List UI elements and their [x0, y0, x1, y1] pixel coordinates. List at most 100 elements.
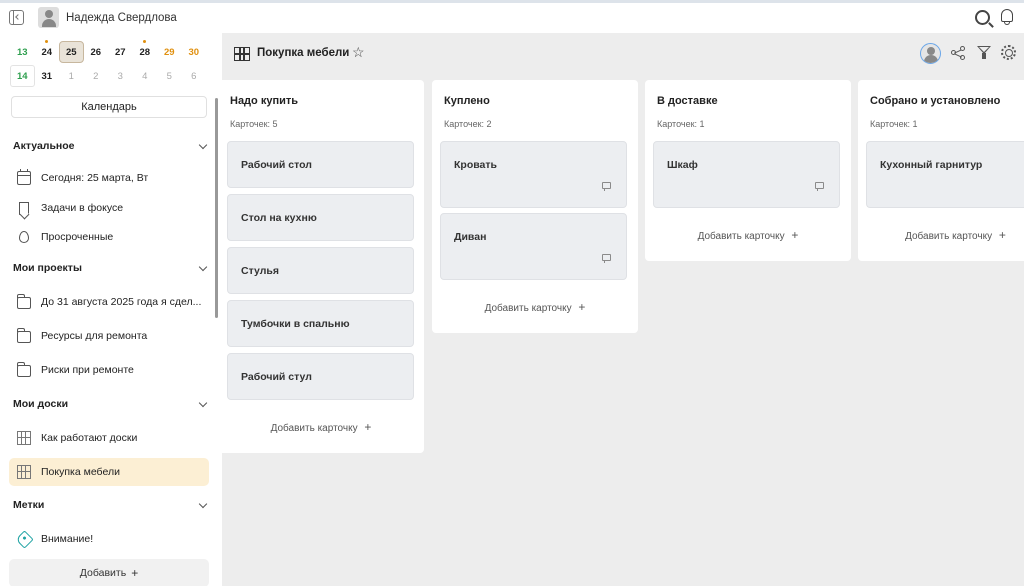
add-card-label: Добавить карточку [697, 231, 785, 242]
section-actual[interactable]: Актуальное [13, 140, 209, 152]
section-tags[interactable]: Метки [13, 499, 209, 511]
board-card[interactable]: Стол на кухню [227, 194, 414, 241]
user-name[interactable]: Надежда Свердлова [66, 12, 177, 24]
sidebar-item-label: Задачи в фокусе [41, 202, 124, 214]
card-title: Стол на кухню [241, 212, 317, 224]
sidebar-item-board-active[interactable]: Покупка мебели [9, 458, 209, 486]
board-card[interactable]: Тумбочки в спальню [227, 300, 414, 347]
card-title: Тумбочки в спальню [241, 318, 350, 330]
sidebar-item-tag[interactable]: Внимание! [9, 525, 209, 553]
column-title: Собрано и установлено [870, 95, 1001, 107]
add-card-label: Добавить карточку [270, 423, 358, 434]
comment-icon [815, 182, 824, 191]
board-card[interactable]: Шкаф [653, 141, 840, 208]
comment-icon [602, 182, 611, 191]
sidebar-item-overdue[interactable]: Просроченные [9, 223, 209, 251]
section-projects[interactable]: Мои проекты [13, 262, 209, 274]
chevron-down-icon[interactable] [198, 262, 208, 271]
sidebar-item-project[interactable]: До 31 августа 2025 года я сдел... [9, 288, 209, 316]
board-card[interactable]: Рабочий стул [227, 353, 414, 400]
calendar-day[interactable]: 14 [10, 65, 35, 87]
board-card[interactable]: Кухонный гарнитур [866, 141, 1024, 208]
calendar-day[interactable]: 29 [157, 41, 182, 63]
chevron-down-icon[interactable] [198, 140, 208, 149]
add-button[interactable]: Добавить + [9, 559, 209, 586]
calendar-icon [17, 169, 31, 185]
board-card[interactable]: Кровать [440, 141, 627, 208]
add-card-button[interactable]: Добавить карточку + [645, 228, 851, 242]
sidebar-item-project[interactable]: Риски при ремонте [9, 356, 209, 384]
add-button-label: Добавить [79, 567, 127, 579]
column-card-count: Карточек: 1 [870, 119, 918, 129]
chevron-down-icon[interactable] [198, 499, 208, 508]
board-header: Покупка мебели ☆ [222, 33, 1024, 77]
board-card[interactable]: Стулья [227, 247, 414, 294]
board-member-avatar[interactable] [920, 43, 941, 64]
calendar-day[interactable]: 27 [108, 41, 133, 63]
gear-icon[interactable] [1001, 45, 1016, 60]
sidebar-item-project[interactable]: Ресурсы для ремонта [9, 322, 209, 350]
sidebar-item-label: До 31 августа 2025 года я сдел... [41, 296, 202, 308]
tag-icon [15, 529, 34, 549]
folder-icon [17, 362, 31, 377]
sidebar-item-board[interactable]: Как работают доски [9, 424, 209, 452]
column-card-count: Карточек: 2 [444, 119, 492, 129]
add-card-label: Добавить карточку [484, 303, 572, 314]
calendar-day[interactable]: 2 [84, 65, 109, 87]
bell-icon[interactable] [1000, 9, 1014, 26]
calendar-week-row-1: 13 24 25 26 27 28 29 30 [10, 40, 207, 63]
calendar-day[interactable]: 5 [157, 65, 182, 87]
board-column: Куплено Карточек: 2 Кровать Диван Добави… [432, 80, 638, 333]
board-title: Покупка мебели [257, 47, 350, 59]
board-icon [234, 47, 250, 61]
add-card-label: Добавить карточку [905, 231, 993, 242]
card-title: Рабочий стул [241, 371, 312, 383]
section-title: Метки [13, 499, 45, 511]
board-icon [17, 465, 31, 479]
calendar-day[interactable]: 26 [84, 41, 109, 63]
calendar-day[interactable]: 1 [59, 65, 84, 87]
add-card-button[interactable]: Добавить карточку + [432, 300, 638, 314]
user-avatar[interactable] [38, 7, 59, 28]
calendar-day[interactable]: 13 [10, 41, 35, 63]
calendar-week-row-2: 14 31 1 2 3 4 5 6 [10, 65, 206, 87]
calendar-day[interactable]: 25 [59, 41, 84, 63]
star-icon[interactable]: ☆ [352, 44, 365, 61]
calendar-day[interactable]: 31 [35, 65, 60, 87]
filter-icon[interactable] [977, 46, 991, 60]
search-icon[interactable] [975, 10, 990, 25]
column-card-count: Карточек: 1 [657, 119, 705, 129]
section-title: Актуальное [13, 140, 75, 152]
calendar-day[interactable]: 30 [182, 41, 207, 63]
card-title: Диван [454, 231, 487, 243]
plus-icon: + [578, 300, 586, 314]
card-title: Кровать [454, 159, 497, 171]
add-card-button[interactable]: Добавить карточку + [218, 420, 424, 434]
board-icon [17, 431, 31, 445]
section-title: Мои проекты [13, 262, 82, 274]
plus-icon: + [998, 228, 1006, 242]
sidebar-item-today[interactable]: Сегодня: 25 марта, Вт [9, 164, 209, 192]
calendar-day[interactable]: 24 [35, 40, 60, 63]
share-icon[interactable] [951, 46, 965, 60]
collapse-sidebar-icon[interactable] [9, 10, 24, 25]
sidebar-item-focus[interactable]: Задачи в фокусе [9, 194, 209, 222]
sidebar: 13 24 25 26 27 28 29 30 14 31 1 2 3 4 5 … [0, 33, 222, 586]
chevron-down-icon[interactable] [198, 398, 208, 407]
sidebar-item-label: Внимание! [41, 533, 94, 545]
section-boards[interactable]: Мои доски [13, 398, 209, 410]
column-title: В доставке [657, 95, 718, 107]
add-card-button[interactable]: Добавить карточку + [858, 228, 1024, 242]
bookmark-icon [19, 201, 29, 215]
board-card[interactable]: Диван [440, 213, 627, 280]
flame-icon [19, 231, 29, 243]
board-card[interactable]: Рабочий стол [227, 141, 414, 188]
card-title: Шкаф [667, 159, 698, 171]
calendar-day[interactable]: 4 [133, 65, 158, 87]
sidebar-item-label: Риски при ремонте [41, 364, 134, 376]
calendar-button[interactable]: Календарь [11, 96, 207, 118]
calendar-day[interactable]: 3 [108, 65, 133, 87]
sidebar-item-label: Как работают доски [41, 432, 138, 444]
calendar-day[interactable]: 28 [133, 40, 158, 63]
calendar-day[interactable]: 6 [182, 65, 207, 87]
